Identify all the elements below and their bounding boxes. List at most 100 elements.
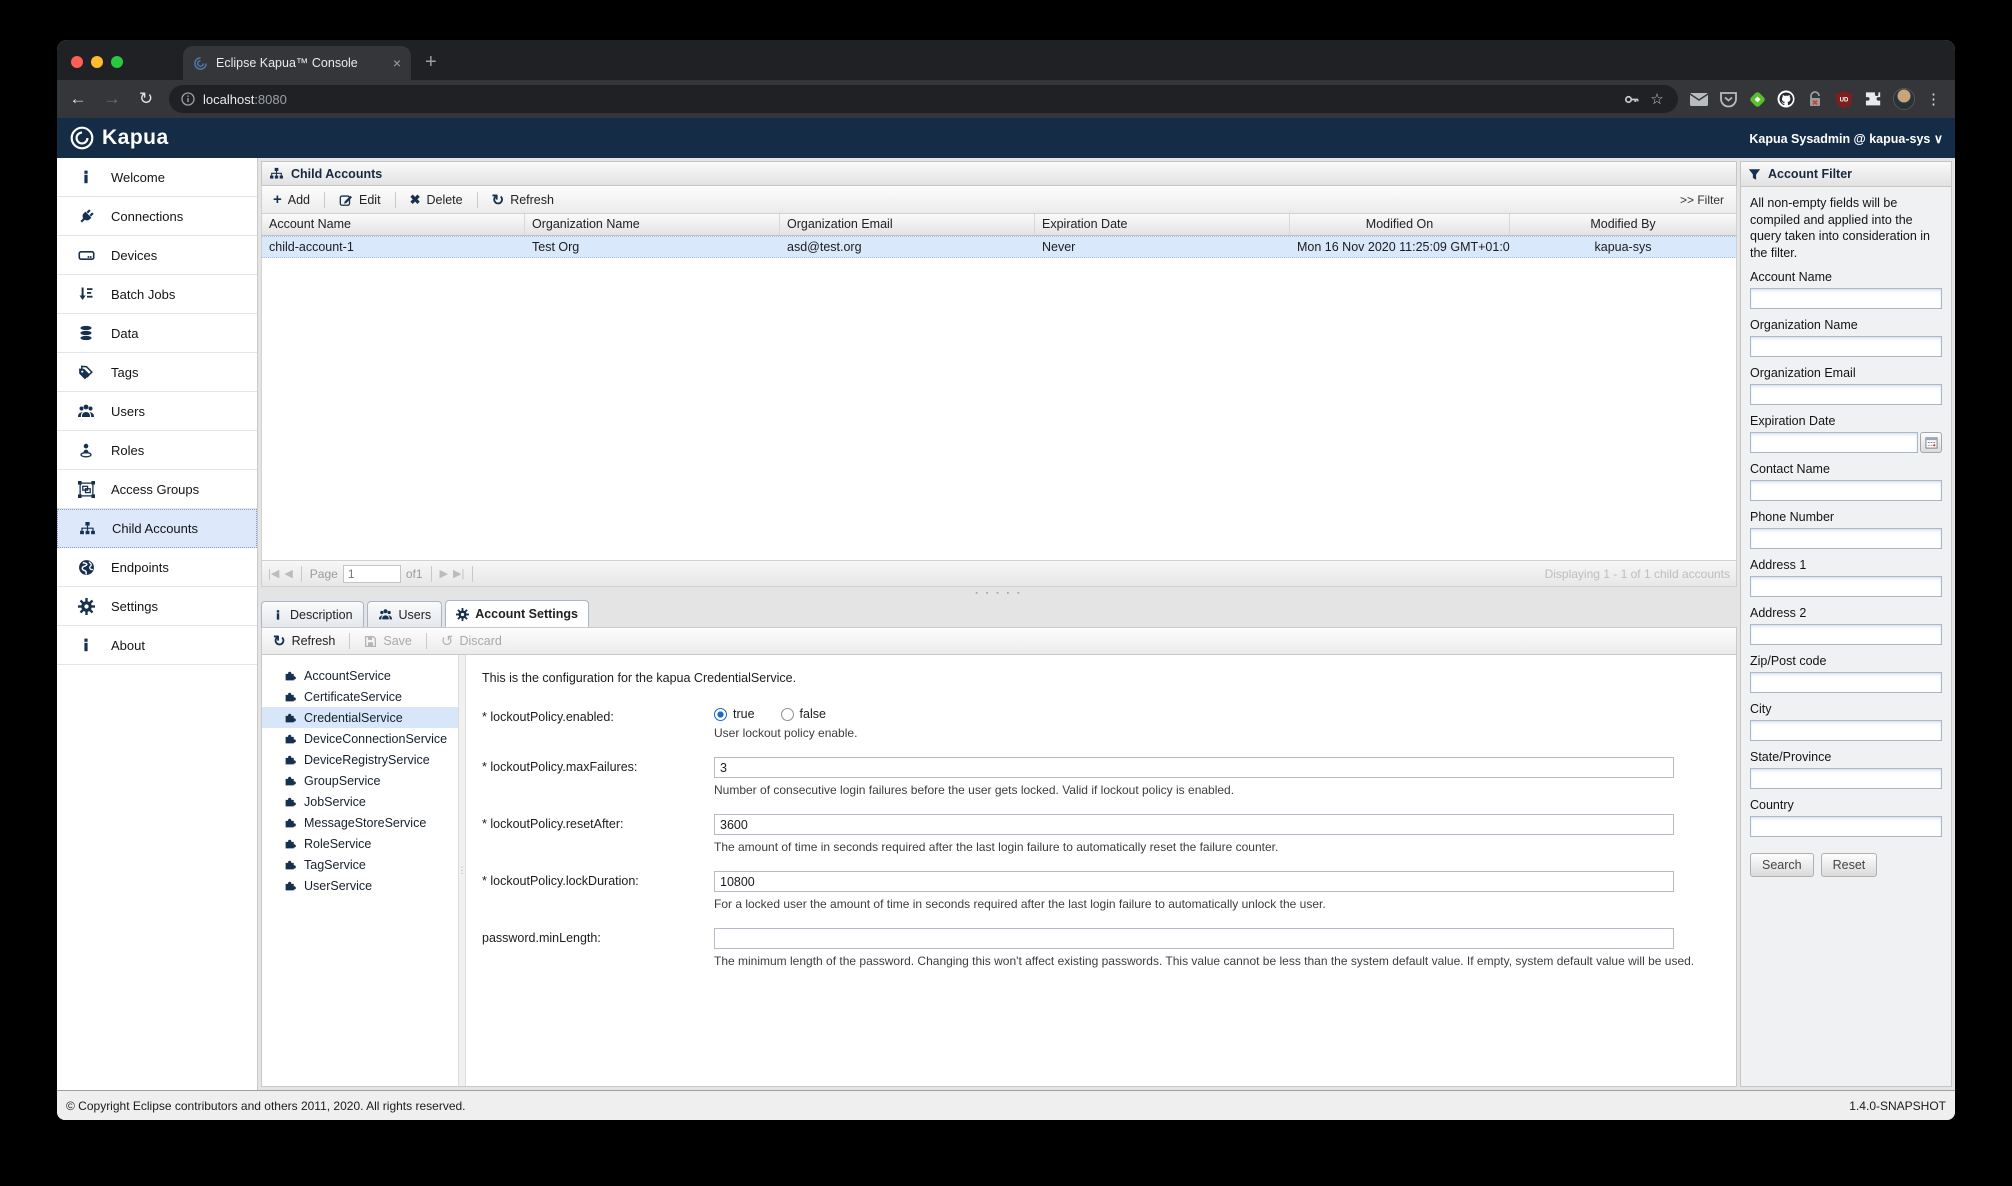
service-item-credentialservice[interactable]: CredentialService	[262, 707, 458, 728]
next-page-icon[interactable]: ▶	[440, 567, 448, 580]
mail-extension-icon[interactable]	[1690, 90, 1708, 108]
sidebar-item-label: Tags	[111, 364, 139, 380]
forward-icon[interactable]: →	[101, 89, 123, 109]
prev-page-icon[interactable]: ◀	[284, 567, 292, 580]
tab-close-icon[interactable]: ×	[393, 55, 401, 71]
feedly-extension-icon[interactable]	[1748, 90, 1766, 108]
search-button[interactable]: Search	[1750, 853, 1814, 877]
service-item-deviceconnectionservice[interactable]: DeviceConnectionService	[262, 728, 458, 749]
service-item-userservice[interactable]: UserService	[262, 875, 458, 896]
last-page-icon[interactable]: ▶|	[453, 567, 464, 580]
service-item-messagestoreservice[interactable]: MessageStoreService	[262, 812, 458, 833]
filter-phone-number-input[interactable]	[1750, 528, 1942, 549]
first-page-icon[interactable]: |◀	[268, 567, 279, 580]
add-button[interactable]: + Add	[268, 189, 315, 210]
back-icon[interactable]: ←	[67, 89, 89, 109]
radio-true[interactable]	[714, 707, 727, 721]
reset-button[interactable]: Reset	[1820, 853, 1878, 877]
new-tab-button[interactable]: +	[411, 51, 451, 80]
sidebar-item-about[interactable]: About	[57, 626, 257, 665]
address-bar[interactable]: localhost:8080 ☆	[169, 85, 1678, 113]
service-item-tagservice[interactable]: TagService	[262, 854, 458, 875]
refresh-button[interactable]: ↻ Refresh	[487, 189, 559, 211]
sidebar-item-connections[interactable]: Connections	[57, 197, 257, 236]
tab-users[interactable]: Users	[366, 601, 443, 627]
page-number-input[interactable]	[342, 564, 401, 583]
edit-button[interactable]: Edit	[334, 191, 386, 209]
sidebar-item-tags[interactable]: Tags	[57, 353, 257, 392]
column-header[interactable]: Modified By	[1510, 214, 1736, 235]
filter-country-input[interactable]	[1750, 816, 1942, 837]
delete-button[interactable]: ✖ Delete	[405, 190, 468, 210]
filter-expiration-date-input[interactable]	[1750, 432, 1918, 453]
horizontal-splitter[interactable]: ▪ ▪ ▪ ▪ ▪	[261, 587, 1737, 600]
blocked-lock-extension-icon[interactable]	[1806, 90, 1824, 108]
radio-false-label[interactable]: false	[800, 707, 826, 721]
sidebar-item-data[interactable]: Data	[57, 314, 257, 353]
sidebar-item-roles[interactable]: Roles	[57, 431, 257, 470]
service-item-deviceregistryservice[interactable]: DeviceRegistryService	[262, 749, 458, 770]
filter-contact-name-input[interactable]	[1750, 480, 1942, 501]
settings-discard-button[interactable]: ↺ Discard	[436, 630, 507, 652]
filter-toggle-link[interactable]: >> Filter	[1680, 193, 1730, 207]
filter-address-1-input[interactable]	[1750, 576, 1942, 597]
filter-state-input[interactable]	[1750, 768, 1942, 789]
filter-organization-name-input[interactable]	[1750, 336, 1942, 357]
github-extension-icon[interactable]	[1777, 90, 1795, 108]
service-item-roleservice[interactable]: RoleService	[262, 833, 458, 854]
sidebar-item-child-accounts[interactable]: Child Accounts	[57, 509, 257, 548]
filter-account-name-input[interactable]	[1750, 288, 1942, 309]
max-failures-input[interactable]	[714, 757, 1674, 778]
filter-city-input[interactable]	[1750, 720, 1942, 741]
filter-zip-input[interactable]	[1750, 672, 1942, 693]
window-controls	[57, 56, 137, 80]
pocket-extension-icon[interactable]	[1719, 90, 1737, 108]
radio-true-label[interactable]: true	[733, 707, 755, 721]
filter-address-2-input[interactable]	[1750, 624, 1942, 645]
extensions-puzzle-icon[interactable]	[1864, 90, 1882, 108]
password-minlength-input[interactable]	[714, 928, 1674, 949]
sidebar-item-users[interactable]: Users	[57, 392, 257, 431]
column-header[interactable]: Modified On	[1290, 214, 1510, 235]
tab-description[interactable]: Description	[261, 601, 364, 627]
sidebar-item-devices[interactable]: Devices	[57, 236, 257, 275]
sidebar-item-access-groups[interactable]: Access Groups	[57, 470, 257, 509]
browser-tab[interactable]: Eclipse Kapua™ Console ×	[183, 46, 411, 80]
refresh-icon: ↻	[491, 191, 505, 209]
bookmark-star-icon[interactable]: ☆	[1648, 90, 1666, 108]
sidebar-item-settings[interactable]: Settings	[57, 587, 257, 626]
service-item-groupservice[interactable]: GroupService	[262, 770, 458, 791]
sidebar-item-endpoints[interactable]: Endpoints	[57, 548, 257, 587]
ublock-shield-extension-icon[interactable]: UD	[1835, 90, 1853, 108]
column-header[interactable]: Expiration Date	[1035, 214, 1290, 235]
reset-after-input[interactable]	[714, 814, 1674, 835]
sidebar-item-batch-jobs[interactable]: Batch Jobs	[57, 275, 257, 314]
column-header[interactable]: Organization Email	[780, 214, 1035, 235]
browser-menu-icon[interactable]: ⋮	[1926, 90, 1941, 108]
calendar-picker-button[interactable]	[1920, 432, 1942, 453]
radio-false[interactable]	[780, 707, 794, 721]
sidebar-item-welcome[interactable]: Welcome	[57, 158, 257, 197]
maximize-window-button[interactable]	[111, 56, 123, 68]
password-key-icon[interactable]	[1622, 90, 1640, 108]
puzzle-icon	[284, 837, 297, 850]
lock-duration-input[interactable]	[714, 871, 1674, 892]
column-header[interactable]: Account Name	[262, 214, 525, 235]
service-item-accountservice[interactable]: AccountService	[262, 665, 458, 686]
tab-account-settings[interactable]: Account Settings	[445, 600, 589, 627]
user-menu[interactable]: Kapua Sysadmin @ kapua-sys ∨	[1749, 131, 1943, 146]
profile-avatar[interactable]	[1893, 88, 1915, 110]
site-info-icon[interactable]	[181, 92, 195, 106]
close-window-button[interactable]	[71, 56, 83, 68]
info-icon	[76, 169, 96, 185]
reload-icon[interactable]: ↻	[135, 89, 157, 109]
vertical-splitter[interactable]: ⋮	[458, 655, 467, 1086]
table-row[interactable]: child-account-1 Test Org asd@test.org Ne…	[261, 236, 1737, 258]
filter-organization-email-input[interactable]	[1750, 384, 1942, 405]
service-item-jobservice[interactable]: JobService	[262, 791, 458, 812]
column-header[interactable]: Organization Name	[525, 214, 780, 235]
settings-save-button[interactable]: Save	[359, 632, 417, 650]
minimize-window-button[interactable]	[91, 56, 103, 68]
settings-refresh-button[interactable]: ↻ Refresh	[268, 630, 340, 652]
service-item-certificateservice[interactable]: CertificateService	[262, 686, 458, 707]
